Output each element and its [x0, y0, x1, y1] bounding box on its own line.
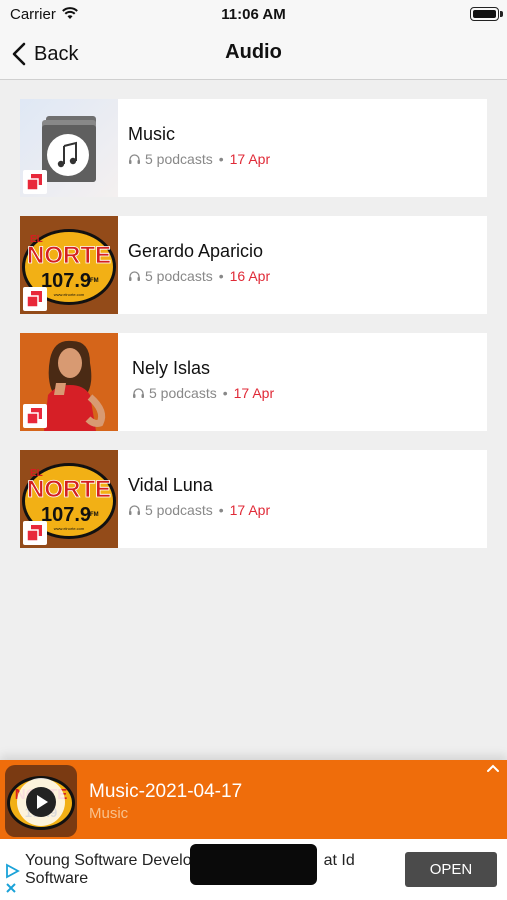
logo-url: www.elnorte.com	[54, 526, 85, 531]
multiple-items-icon	[23, 404, 47, 428]
list-item[interactable]: EL NORTE 107.9 FM www.elnorte.com Gerard…	[20, 216, 487, 314]
item-title: Vidal Luna	[128, 475, 213, 495]
ad-text-line1b: at Id	[323, 852, 355, 869]
podcast-count: 5 podcasts	[145, 502, 213, 518]
podcast-count: 5 podcasts	[149, 385, 217, 401]
ad-choices-icon[interactable]	[4, 863, 20, 879]
ad-banner[interactable]: Young Software Develo at Id Software OPEN	[0, 839, 507, 900]
headphones-icon	[129, 154, 140, 164]
item-date: 17 Apr	[229, 502, 271, 518]
logo-fm: FM	[90, 512, 99, 518]
headphones-icon	[133, 388, 144, 398]
multiple-items-icon	[23, 287, 47, 311]
mini-player[interactable]: NORTE 107.9 Music-2021-04-17 Music	[0, 760, 507, 839]
navigation-bar: Back Audio	[0, 28, 507, 80]
item-title: Gerardo Aparicio	[128, 241, 264, 261]
list-item[interactable]: Nely Islas 5 podcasts • 17 Apr	[20, 333, 487, 431]
play-button[interactable]	[17, 778, 65, 826]
host-photo	[20, 333, 118, 431]
page-title: Audio	[225, 41, 282, 63]
multiple-items-icon	[23, 521, 47, 545]
battery-icon	[470, 7, 503, 21]
ad-open-button[interactable]: OPEN	[405, 852, 497, 887]
logo-frequency: 107.9	[41, 504, 91, 526]
headphones-icon	[129, 271, 140, 281]
player-track-title: Music-2021-04-17	[89, 781, 243, 802]
status-bar: Carrier 11:06 AM	[0, 0, 507, 28]
logo-fm: FM	[90, 278, 99, 284]
player-track-subtitle: Music	[89, 805, 129, 822]
item-title: Nely Islas	[132, 358, 211, 378]
el-norte-logo: EL NORTE 107.9 FM www.elnorte.com	[20, 450, 118, 548]
player-artwork: NORTE 107.9	[5, 765, 77, 837]
play-icon	[26, 787, 56, 817]
ad-text-line1: Young Software Develo	[25, 852, 192, 869]
chevron-up-icon[interactable]	[486, 763, 500, 773]
item-date: 17 Apr	[229, 151, 271, 167]
list-item[interactable]: Music 5 podcasts • 17 Apr	[20, 99, 487, 197]
close-icon[interactable]	[4, 881, 18, 895]
logo-frequency: 107.9	[41, 270, 91, 292]
headphones-icon	[129, 505, 140, 515]
logo-name: NORTE	[27, 476, 111, 503]
podcast-count: 5 podcasts	[145, 268, 213, 284]
podcast-count: 5 podcasts	[145, 151, 213, 167]
audio-list: Music 5 podcasts • 17 Apr EL NORTE 107.9…	[20, 99, 487, 567]
item-title: Music	[128, 124, 176, 144]
clock: 11:06 AM	[221, 6, 286, 23]
item-date: 16 Apr	[229, 268, 271, 284]
list-item[interactable]: EL NORTE 107.9 FM www.elnorte.com Vidal …	[20, 450, 487, 548]
item-date: 17 Apr	[233, 385, 275, 401]
el-norte-logo: EL NORTE 107.9 FM www.elnorte.com	[20, 216, 118, 314]
redacted-area	[190, 844, 317, 885]
music-folder-icon	[20, 99, 118, 197]
logo-url: www.elnorte.com	[54, 292, 85, 297]
multiple-items-icon	[23, 170, 47, 194]
logo-name: NORTE	[27, 242, 111, 269]
